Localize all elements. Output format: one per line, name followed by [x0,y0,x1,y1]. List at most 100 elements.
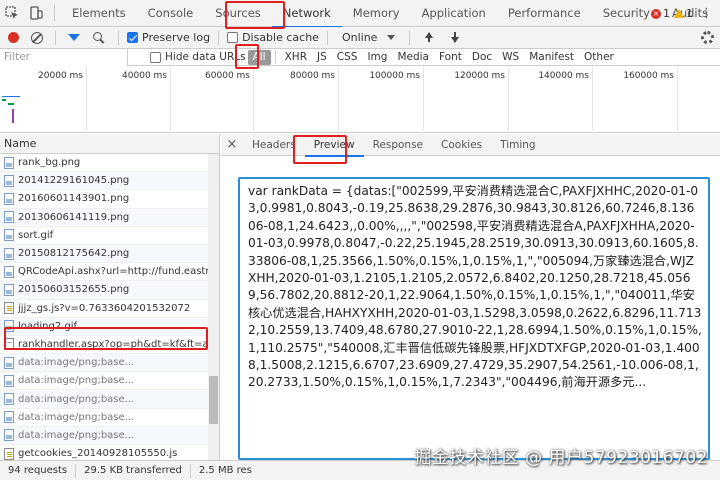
type-filter-js[interactable]: JS [312,50,332,65]
request-row[interactable]: data:image/png;base... [0,372,219,391]
filter-icon[interactable] [68,34,80,41]
filter-input[interactable] [0,48,128,66]
request-row[interactable]: data:image/png;base... [0,426,219,445]
request-name: 20150812175642.png [18,248,130,260]
request-count: 94 requests [0,463,77,478]
type-filter-img[interactable]: Img [362,50,392,65]
export-har-icon[interactable] [448,31,462,45]
request-name: getcookies_20140928105550.js [18,448,178,460]
request-row[interactable]: 20150603152655.png [0,281,219,300]
image-file-icon [4,283,14,296]
type-filter-xhr[interactable]: XHR [280,50,312,65]
request-name: rankhandler.aspx?op=ph&dt=kf&ft=all&r... [18,338,219,350]
preview-text: var rankData = {datas:["002599,平安消费精选混合C… [248,184,702,390]
image-file-icon [4,211,14,224]
tab-performance[interactable]: Performance [497,0,592,27]
request-list-scrollbar[interactable] [208,154,219,460]
hide-data-urls-checkbox[interactable]: Hide data URLs [150,51,246,63]
timeline-overview[interactable]: 20000 ms 40000 ms 60000 ms 80000 ms 100000 m… [0,66,720,133]
detail-tab-preview[interactable]: Preview [304,134,364,157]
more-menu-icon[interactable]: ⋮ [697,6,716,21]
image-file-icon [4,411,14,424]
tab-elements[interactable]: Elements [61,0,137,27]
name-column-header[interactable]: Name [0,134,219,154]
warning-icon [674,9,684,18]
image-file-icon [4,393,14,406]
error-count: 1 [663,7,670,20]
timeline-bar [12,109,14,123]
timeline-gridline [253,66,254,133]
tab-console[interactable]: Console [137,0,205,27]
request-row[interactable]: sort.gif [0,227,219,245]
type-filter-font[interactable]: Font [434,50,467,65]
request-row[interactable]: 20160601143901.png [0,190,219,209]
timeline-gridline [423,66,424,133]
request-row[interactable]: jjjz_gs.js?v=0.7633604201532072 [0,300,219,318]
scrollbar-thumb[interactable] [209,376,218,424]
toolbar-divider [55,30,56,45]
chevron-down-icon [387,35,396,40]
request-name: sort.gif [18,229,54,241]
tab-network[interactable]: Network [271,0,342,28]
disable-cache-box[interactable] [227,32,239,43]
request-row[interactable]: loading2.gif [0,317,219,336]
watermark: 掘金技术社区 @ 用户5792301670​2 [414,448,708,468]
image-file-icon [4,265,14,278]
request-name: data:image/png;base... [18,357,135,369]
timeline-tick-label: 160000 ms [623,71,674,81]
throttling-select[interactable]: Online [336,31,401,44]
timeline-gridline [677,66,678,133]
error-icon: × [651,8,661,19]
type-filter-other[interactable]: Other [579,50,619,65]
detail-tab-cookies[interactable]: Cookies [432,134,491,156]
timeline-tick-label: 80000 ms [290,71,335,81]
tab-sources[interactable]: Sources [204,0,272,27]
detail-tab-timing[interactable]: Timing [491,134,544,156]
preserve-log-checkbox[interactable]: Preserve log [127,31,210,44]
type-filter-all[interactable]: All [247,49,271,65]
timeline-bar [8,103,14,105]
type-filter-ws[interactable]: WS [497,50,524,65]
tab-application[interactable]: Application [411,0,497,27]
request-row[interactable]: data:image/png;base... [0,354,219,373]
hide-data-urls-label: Hide data URLs [165,51,246,63]
image-file-icon [4,374,14,387]
detail-tab-response[interactable]: Response [364,134,432,156]
type-filter-doc[interactable]: Doc [467,50,497,65]
request-row[interactable]: QRCodeApi.ashx?url=http://fund.eastmon..… [0,263,219,282]
search-icon[interactable] [92,31,106,45]
request-row[interactable]: data:image/png;base... [0,390,219,409]
type-filter-media[interactable]: Media [392,50,434,65]
request-list-pane: Name rank_bg.png 20141229161045.png 201606… [0,134,220,460]
hide-data-urls-box[interactable] [150,51,161,63]
request-row[interactable]: rank_bg.png [0,154,219,173]
preserve-log-box[interactable] [127,32,138,43]
detail-tab-headers[interactable]: Headers [243,134,305,156]
inspect-element-icon[interactable] [0,0,24,27]
request-name: rank_bg.png [18,157,81,169]
tab-memory[interactable]: Memory [342,0,411,27]
record-icon[interactable] [8,32,19,43]
request-row[interactable]: getcookies_20140928105550.js [0,445,219,460]
close-details-icon[interactable]: × [221,137,243,152]
request-row[interactable]: 20141229161045.png [0,172,219,191]
transferred-size: 29.5 KB transferred [76,463,191,478]
settings-gear-icon[interactable] [701,31,714,44]
disable-cache-checkbox[interactable]: Disable cache [227,31,319,44]
request-row[interactable]: data:image/png;base... [0,409,219,427]
warning-badge[interactable]: 1 [674,7,693,20]
request-row[interactable]: 20150812175642.png [0,244,219,264]
disable-cache-label: Disable cache [242,31,319,44]
request-name: data:image/png;base... [18,375,135,387]
request-name: 20150603152655.png [18,284,130,296]
preview-panel[interactable]: var rankData = {datas:["002599,平安消费精选混合C… [238,177,710,460]
error-badge[interactable]: × 1 [651,7,670,20]
clear-icon[interactable] [31,31,43,44]
request-row[interactable]: 20130606141119.png [0,208,219,227]
request-list: rank_bg.png 20141229161045.png 20160601143… [0,154,219,460]
request-row[interactable]: rankhandler.aspx?op=ph&dt=kf&ft=all&r... [0,336,219,355]
type-filter-css[interactable]: CSS [332,50,363,65]
device-toolbar-icon[interactable] [24,0,48,27]
import-har-icon[interactable] [422,31,436,45]
type-filter-manifest[interactable]: Manifest [524,50,579,65]
